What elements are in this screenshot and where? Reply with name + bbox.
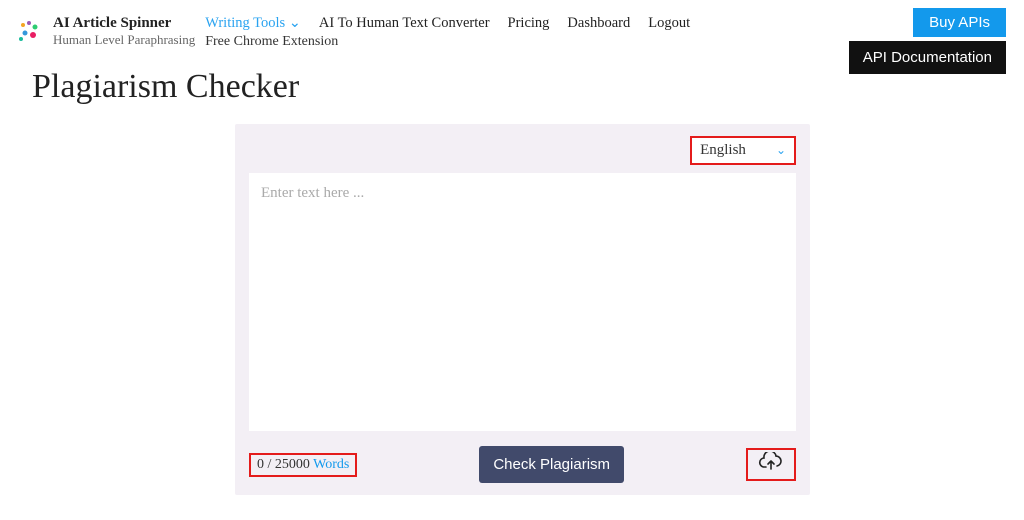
- api-docs-button[interactable]: API Documentation: [849, 41, 1006, 74]
- tool-footer: 0 / 25000 Words Check Plagiarism: [249, 446, 796, 483]
- chevron-down-icon: ⌄: [289, 15, 301, 31]
- check-plagiarism-button[interactable]: Check Plagiarism: [479, 446, 624, 483]
- nav-writing-tools[interactable]: Writing Tools ⌄: [205, 15, 301, 32]
- chevron-down-icon: ⌄: [776, 143, 786, 158]
- header-cta: Buy APIs API Documentation: [849, 8, 1006, 74]
- nav-primary: Writing Tools ⌄ AI To Human Text Convert…: [205, 15, 690, 32]
- logo-icon: [15, 17, 45, 47]
- nav-logout[interactable]: Logout: [648, 15, 690, 32]
- language-select[interactable]: English ⌄: [690, 136, 796, 165]
- word-count-value: 0 / 25000: [257, 457, 310, 472]
- language-value: English: [700, 142, 746, 159]
- buy-apis-button[interactable]: Buy APIs: [913, 8, 1006, 37]
- nav-ai-to-human[interactable]: AI To Human Text Converter: [319, 15, 490, 32]
- word-count: 0 / 25000 Words: [249, 453, 357, 477]
- header: AI Article Spinner Human Level Paraphras…: [0, 0, 1024, 50]
- brand-text: AI Article Spinner Human Level Paraphras…: [53, 15, 195, 48]
- upload-button[interactable]: [746, 448, 796, 481]
- brand-subtitle: Human Level Paraphrasing: [53, 32, 195, 48]
- nav-pricing[interactable]: Pricing: [508, 15, 550, 32]
- brand-title: AI Article Spinner: [53, 15, 195, 32]
- nav: Writing Tools ⌄ AI To Human Text Convert…: [205, 15, 690, 50]
- language-row: English ⌄: [249, 136, 796, 165]
- nav-secondary[interactable]: Free Chrome Extension: [205, 34, 690, 50]
- logo-block: AI Article Spinner Human Level Paraphras…: [15, 15, 195, 48]
- text-input[interactable]: [249, 173, 796, 431]
- word-count-label: Words: [313, 457, 349, 472]
- cloud-upload-icon: [758, 452, 784, 477]
- tool-container: English ⌄ 0 / 25000 Words Check Plagiari…: [235, 124, 810, 495]
- nav-dashboard[interactable]: Dashboard: [567, 15, 630, 32]
